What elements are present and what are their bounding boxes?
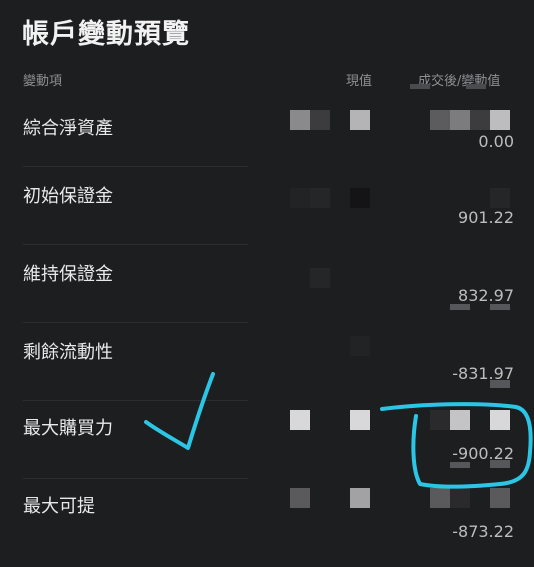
value-underline (450, 304, 470, 310)
redaction-block (310, 268, 330, 288)
list-item: 最大可提 -873.22 (0, 478, 534, 556)
redaction-block (490, 488, 510, 508)
redaction-block (430, 110, 450, 130)
divider (23, 244, 248, 245)
column-header-item: 變動項 (23, 74, 63, 89)
column-header-after: 成交後/變動值 (418, 74, 501, 89)
redaction-block (290, 188, 310, 208)
row-label: 最大購買力 (23, 418, 113, 439)
value-underline (490, 380, 510, 388)
value-underline (490, 460, 510, 468)
redaction-block (350, 110, 370, 130)
divider (23, 322, 248, 323)
row-label: 最大可提 (23, 496, 95, 517)
value-underline (490, 304, 510, 310)
redaction-block (350, 188, 370, 208)
row-value: 901.22 (458, 208, 514, 227)
divider (23, 166, 248, 167)
redaction-block (490, 410, 510, 430)
page-title: 帳戶變動預覽 (22, 19, 190, 50)
row-value: 832.97 (458, 286, 514, 305)
redaction-block (490, 110, 510, 130)
divider (23, 400, 248, 401)
divider (23, 478, 248, 479)
row-label: 維持保證金 (23, 264, 113, 285)
column-header-current: 現值 (346, 74, 373, 89)
redaction-block (290, 110, 310, 130)
redaction-block (350, 410, 370, 430)
row-label: 初始保證金 (23, 186, 113, 207)
row-value: 0.00 (478, 132, 514, 151)
value-underline (450, 462, 470, 468)
row-value: -873.22 (452, 522, 514, 541)
redaction-block (310, 188, 330, 208)
redaction-block (470, 110, 490, 130)
redaction-block (430, 410, 450, 430)
list-item: 維持保證金 832.97 (0, 244, 534, 322)
list-item: 初始保證金 901.22 (0, 166, 534, 244)
redaction-block (450, 110, 470, 130)
redaction-block (290, 410, 310, 430)
redaction-block (350, 488, 370, 508)
redaction-block (430, 488, 450, 508)
redaction-block (450, 488, 470, 508)
redaction-block (450, 410, 470, 430)
list-item: 剩餘流動性 -831.97 (0, 322, 534, 400)
redaction-block (310, 110, 330, 130)
list-item: 最大購買力 -900.22 (0, 400, 534, 478)
list-item: 綜合淨資產 0.00 (0, 88, 534, 166)
redaction-block (290, 488, 310, 508)
row-label: 剩餘流動性 (23, 342, 113, 363)
redaction-block (350, 336, 370, 356)
row-label: 綜合淨資產 (23, 118, 113, 139)
redaction-block (490, 188, 510, 208)
